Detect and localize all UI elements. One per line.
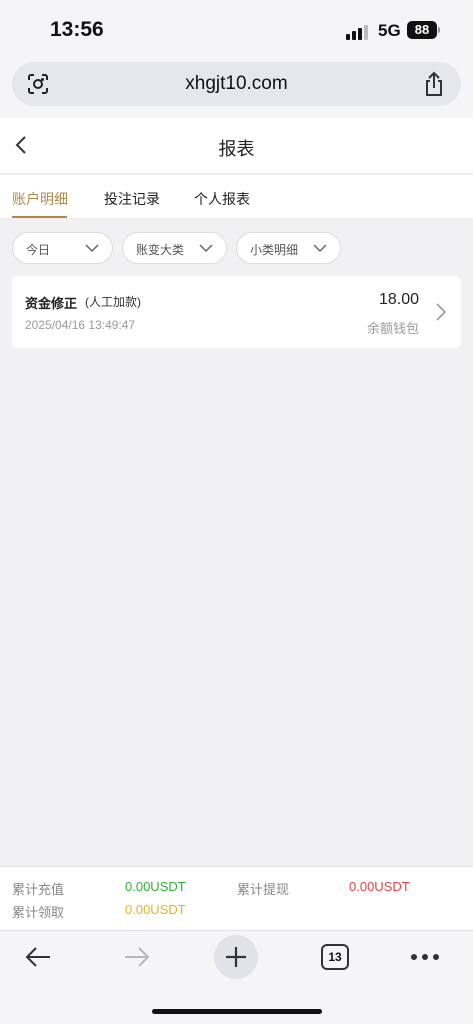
filter-category[interactable]: 账变大类 [122, 232, 227, 264]
record-time: 2025/04/16 13:49:47 [25, 318, 136, 332]
plus-icon [226, 947, 246, 967]
status-bar: 13:56 5G 88 [0, 0, 473, 60]
filter-subcategory-label: 小类明细 [250, 243, 299, 257]
chevron-down-icon [199, 244, 213, 253]
active-tab-indicator [12, 216, 67, 218]
share-icon[interactable] [423, 71, 445, 97]
tabs-count-button[interactable]: 13 [321, 944, 349, 970]
filter-bar: 今日 账变大类 小类明细 [0, 220, 473, 276]
network-type: 5G [378, 21, 401, 40]
nav-header: 报表 [0, 118, 473, 174]
page-content: 报表 账户明细 投注记录 个人报表 今日 账变大类 小类明细 资金修正 (人工加… [0, 118, 473, 866]
new-tab-button[interactable] [214, 935, 258, 979]
battery-tip [438, 27, 440, 33]
list-item[interactable]: 资金修正 (人工加款) 2025/04/16 13:49:47 18.00 余额… [12, 276, 461, 348]
filter-date-label: 今日 [26, 243, 51, 257]
url-text[interactable]: xhgjt10.com [12, 73, 461, 95]
claim-label: 累计领取 [12, 905, 65, 920]
chevron-right-icon [436, 303, 447, 321]
withdraw-value: 0.00USDT [349, 879, 410, 894]
back-arrow-icon[interactable] [23, 943, 53, 971]
browser-bottom-bar: 13 [0, 930, 473, 1024]
battery-icon: 88 [407, 21, 437, 39]
forward-arrow-icon[interactable] [122, 943, 152, 971]
filter-category-label: 账变大类 [136, 243, 185, 257]
record-subtitle: (人工加款) [85, 295, 141, 309]
home-indicator [152, 1009, 322, 1014]
withdraw-label: 累计提现 [237, 882, 290, 897]
recharge-label: 累计充值 [12, 882, 65, 897]
tab-bet-records[interactable]: 投注记录 [104, 189, 160, 209]
tab-personal-report[interactable]: 个人报表 [194, 189, 250, 209]
filter-subcategory[interactable]: 小类明细 [236, 232, 341, 264]
chevron-down-icon [85, 244, 99, 253]
summary-panel: 累计充值 0.00USDT 累计提现 0.00USDT 累计领取 0.00USD… [0, 866, 473, 930]
recharge-value: 0.00USDT [125, 879, 186, 894]
browser-toolbar: xhgjt10.com [0, 60, 473, 118]
status-time: 13:56 [50, 18, 104, 41]
record-title: 资金修正 [25, 296, 78, 311]
chevron-down-icon [313, 244, 327, 253]
url-bar[interactable]: xhgjt10.com [12, 62, 461, 106]
claim-value: 0.00USDT [125, 902, 186, 917]
tab-account-details[interactable]: 账户明细 [12, 189, 68, 209]
filter-date[interactable]: 今日 [12, 232, 113, 264]
record-amount: 18.00 [378, 291, 419, 308]
tab-bar: 账户明细 投注记录 个人报表 [0, 175, 473, 219]
page-title: 报表 [218, 139, 255, 159]
signal-icon [346, 24, 370, 40]
record-wallet: 余额钱包 [366, 321, 419, 336]
more-icon[interactable] [410, 953, 440, 961]
